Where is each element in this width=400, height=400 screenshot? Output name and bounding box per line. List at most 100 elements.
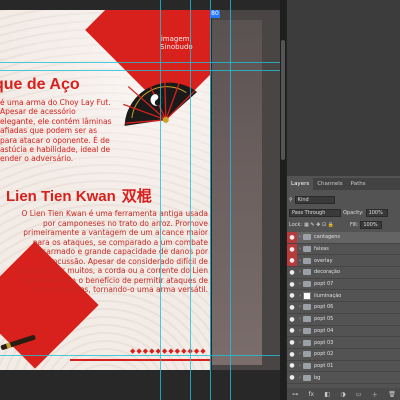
- blend-row: Pass Through Opacity: 100%: [289, 208, 388, 217]
- layer-row[interactable]: ● › cantagens: [287, 231, 400, 244]
- folder-icon: [303, 374, 311, 381]
- layer-row[interactable]: ● › popt 06: [287, 302, 400, 314]
- layer-row[interactable]: ● › decoração: [287, 267, 400, 279]
- layer-row[interactable]: ● › popt 04: [287, 326, 400, 338]
- visibility-eye-icon[interactable]: ●: [287, 255, 297, 267]
- decorative-dots: ◆◆◆◆◆◆◆◆◆◆◆◆: [130, 347, 207, 355]
- layer-name: bg: [314, 374, 321, 381]
- folder-icon: [303, 362, 311, 369]
- layer-name: overlay: [314, 257, 333, 264]
- blend-mode-select[interactable]: Pass Through: [289, 208, 341, 217]
- layer-name: decoração: [314, 269, 341, 276]
- scrollbar-thumb[interactable]: [281, 40, 285, 160]
- visibility-eye-icon[interactable]: ●: [287, 290, 297, 301]
- layer-name: popt 04: [314, 327, 334, 334]
- panel-footer: ⊶ fx ◧ ◑ ▭ ＋ 🗑: [287, 388, 400, 400]
- lock-row: Lock: ▦ ✎ ✥ ⊡ 🔒 Fill: 100%: [289, 220, 383, 229]
- kind-select[interactable]: Kind: [294, 195, 335, 204]
- mask-icon[interactable]: ◧: [324, 391, 330, 398]
- folder-icon: [303, 304, 311, 311]
- visibility-eye-icon[interactable]: ●: [287, 267, 297, 278]
- layer-row[interactable]: ● › popt 07: [287, 279, 400, 291]
- guide-horizontal[interactable]: [0, 70, 286, 71]
- layer-row[interactable]: ● › iluminação: [287, 290, 400, 303]
- document-canvas[interactable]: imagem: Sinobudo que de Aço é uma arma d…: [0, 10, 210, 370]
- folder-icon: [303, 246, 311, 253]
- folder-icon: [303, 327, 311, 334]
- layer-row[interactable]: ● › bg: [287, 372, 400, 384]
- title-2-chinese: 双棍: [121, 188, 152, 205]
- adjustment-icon[interactable]: ◑: [340, 391, 345, 398]
- layer-row[interactable]: ● › popt 01: [287, 361, 400, 373]
- lock-label: Lock:: [289, 221, 303, 228]
- folder-icon: [303, 316, 311, 323]
- guide-vertical[interactable]: [210, 0, 211, 400]
- fill-field[interactable]: 100%: [360, 220, 383, 229]
- image-caption: imagem: Sinobudo: [160, 35, 193, 52]
- new-layer-icon[interactable]: ＋: [372, 390, 378, 399]
- title-heading-2: Lien Tien Kwan 双棍: [6, 185, 152, 206]
- paragraph-1: é uma arma do Choy Lay Fut. Apesar de ac…: [0, 98, 112, 164]
- layer-name: popt 03: [314, 339, 334, 346]
- layer-row[interactable]: ● › popt 05: [287, 314, 400, 326]
- canvas-area[interactable]: imagem: Sinobudo que de Aço é uma arma d…: [0, 0, 286, 400]
- panel-tabs: Layers Channels Paths: [287, 178, 400, 190]
- fx-icon[interactable]: fx: [308, 391, 314, 398]
- tab-layers[interactable]: Layers: [287, 178, 314, 190]
- layer-name: faixas: [314, 246, 329, 253]
- layers-panel: Layers Channels Paths ⚲ Kind Pass Throug…: [286, 0, 400, 400]
- opacity-field[interactable]: 100%: [365, 208, 388, 217]
- new-group-icon[interactable]: ▭: [356, 391, 362, 398]
- layer-name: popt 07: [314, 281, 334, 288]
- tab-channels[interactable]: Channels: [313, 178, 346, 190]
- visibility-eye-icon[interactable]: ●: [287, 302, 297, 313]
- layer-name: cantagens: [314, 234, 341, 241]
- layer-name: popt 06: [314, 304, 334, 311]
- link-icon[interactable]: ⊶: [292, 391, 298, 398]
- guide-horizontal[interactable]: [0, 62, 286, 63]
- layer-row[interactable]: ● › faixas: [287, 243, 400, 256]
- layer-row[interactable]: ● › popt 03: [287, 337, 400, 349]
- layer-name: iluminação: [314, 292, 342, 299]
- guide-vertical[interactable]: [230, 0, 231, 400]
- folder-icon: [303, 257, 311, 264]
- guide-badge[interactable]: 80: [210, 10, 220, 18]
- filter-row: ⚲ Kind: [289, 195, 335, 204]
- title-2-latin: Lien Tien Kwan: [6, 188, 116, 205]
- tab-paths[interactable]: Paths: [347, 178, 370, 190]
- visibility-eye-icon[interactable]: ●: [287, 349, 297, 360]
- paragraph-2: O Lien Tien Kwan é uma ferramenta antiga…: [16, 209, 208, 295]
- folder-icon: [303, 269, 311, 276]
- layer-row[interactable]: ● › overlay: [287, 255, 400, 268]
- layers-list: ● › cantagens ● › faixas ● › overlay ● › decoração ●…: [287, 231, 400, 384]
- visibility-eye-icon[interactable]: ●: [287, 360, 297, 371]
- layer-thumbnail: [303, 291, 311, 300]
- visibility-eye-icon[interactable]: ●: [287, 279, 297, 290]
- decorative-line: [70, 359, 210, 361]
- visibility-eye-icon[interactable]: ●: [287, 337, 297, 348]
- visibility-eye-icon[interactable]: ●: [287, 372, 297, 383]
- folder-icon: [303, 351, 311, 358]
- layer-row[interactable]: ● › popt 02: [287, 349, 400, 361]
- lock-icons[interactable]: ▦ ✎ ✥ ⊡ 🔒: [304, 222, 334, 228]
- delete-icon[interactable]: 🗑: [388, 391, 396, 398]
- folder-icon: [303, 339, 311, 346]
- guide-vertical[interactable]: [160, 0, 161, 400]
- folder-icon: [303, 234, 311, 241]
- folder-icon: [303, 281, 311, 288]
- layer-name: popt 02: [314, 351, 334, 358]
- guide-horizontal[interactable]: [0, 355, 286, 356]
- adjacent-artboard: [212, 10, 286, 370]
- panel-empty-area: [287, 0, 400, 176]
- layer-name: popt 01: [314, 362, 334, 369]
- title-heading-1: que de Aço: [0, 76, 80, 93]
- layer-name: popt 05: [314, 316, 334, 323]
- visibility-eye-icon[interactable]: ●: [287, 231, 297, 243]
- visibility-eye-icon[interactable]: ●: [287, 243, 297, 255]
- search-icon: ⚲: [289, 196, 293, 203]
- guide-vertical[interactable]: [190, 0, 191, 400]
- fill-label: Fill:: [349, 221, 359, 228]
- visibility-eye-icon[interactable]: ●: [287, 314, 297, 325]
- visibility-eye-icon[interactable]: ●: [287, 325, 297, 336]
- opacity-label: Opacity:: [343, 209, 364, 216]
